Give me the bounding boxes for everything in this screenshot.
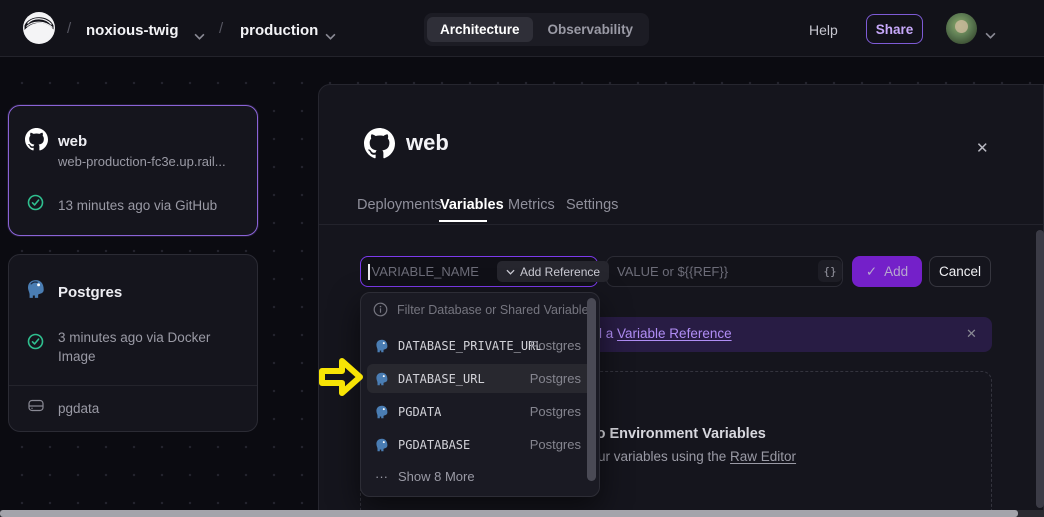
horizontal-scrollbar-thumb[interactable] (0, 510, 1018, 517)
dropdown-filter-hint: Filter Database or Shared Variables (373, 302, 595, 317)
dropdown-item-pgdata[interactable]: PGDATA Postgres (367, 397, 593, 426)
variable-value-input[interactable]: VALUE or ${{REF}} (606, 256, 843, 287)
postgres-icon (26, 279, 46, 304)
breadcrumb-separator: / (67, 20, 71, 37)
check-icon: ✓ (866, 264, 877, 280)
chevron-down-icon[interactable] (985, 26, 996, 44)
horizontal-scrollbar-track[interactable] (0, 510, 1044, 517)
deploy-status: 13 minutes ago via GitHub (58, 196, 217, 215)
dropdown-item-database-url[interactable]: DATABASE_URL Postgres (367, 364, 593, 393)
chevron-down-icon[interactable] (325, 27, 336, 45)
tab-architecture[interactable]: Architecture (427, 17, 533, 42)
close-panel-icon[interactable]: ✕ (976, 139, 989, 157)
service-card-web[interactable]: web web-production-fc3e.up.rail... 13 mi… (8, 105, 258, 236)
tab-observability[interactable]: Observability (535, 17, 647, 42)
variable-name-placeholder: VARIABLE_NAME (372, 264, 479, 279)
service-domain[interactable]: web-production-fc3e.up.rail... (58, 154, 226, 169)
postgres-icon (375, 372, 389, 386)
banner-text: Add a Variable Reference (578, 326, 732, 341)
tab-variables[interactable]: Variables (440, 197, 504, 213)
cancel-button[interactable]: Cancel (929, 256, 991, 287)
text-caret (368, 264, 370, 280)
deploy-success-icon (27, 194, 44, 216)
volume-name[interactable]: pgdata (58, 399, 99, 418)
add-reference-button[interactable]: Add Reference (497, 261, 609, 282)
raw-editor-link[interactable]: Raw Editor (730, 449, 796, 464)
railway-logo[interactable] (22, 11, 56, 50)
postgres-icon (375, 438, 389, 452)
panel-title: web (406, 130, 449, 156)
add-reference-label: Add Reference (520, 265, 600, 279)
github-icon (25, 128, 48, 156)
annotation-arrow-icon (317, 353, 365, 406)
breadcrumb-environment[interactable]: production (240, 22, 318, 39)
variable-suggestions-dropdown: Filter Database or Shared Variables DATA… (360, 292, 600, 497)
add-label: Add (884, 264, 908, 279)
service-card-postgres[interactable]: Postgres 3 minutes ago via Docker Image … (8, 254, 258, 432)
service-name: web (58, 133, 87, 150)
tab-settings[interactable]: Settings (566, 197, 618, 213)
tab-metrics[interactable]: Metrics (508, 197, 555, 213)
tabs-divider (319, 224, 1044, 225)
info-icon (373, 302, 388, 317)
breadcrumb-separator: / (219, 20, 223, 37)
postgres-icon (375, 339, 389, 353)
add-variable-button[interactable]: ✓ Add (852, 256, 922, 287)
dropdown-item-database-private-url[interactable]: DATABASE_PRIVATE_URL Postgres (367, 331, 593, 360)
service-name: Postgres (58, 284, 122, 301)
show-more-button[interactable]: ··· Show 8 More (375, 469, 475, 484)
braces-icon[interactable]: {} (818, 260, 842, 282)
dropdown-scrollbar[interactable] (587, 298, 596, 481)
deploy-status: 3 minutes ago via Docker Image (58, 328, 236, 366)
breadcrumb-project[interactable]: noxious-twig (86, 22, 179, 39)
share-button[interactable]: Share (866, 14, 923, 44)
postgres-icon (375, 405, 389, 419)
chevron-down-icon[interactable] (194, 27, 205, 45)
banner-close-icon[interactable]: ✕ (966, 326, 977, 342)
dropdown-item-pgdatabase[interactable]: PGDATABASE Postgres (367, 430, 593, 459)
ellipsis-icon: ··· (375, 469, 388, 484)
github-icon (364, 128, 395, 164)
chevron-down-icon (506, 269, 515, 275)
tab-deployments[interactable]: Deployments (357, 197, 442, 213)
variable-reference-link[interactable]: Variable Reference (617, 326, 732, 341)
top-navbar: / noxious-twig / production Architecture… (0, 0, 1044, 57)
active-tab-underline (439, 220, 487, 222)
help-button[interactable]: Help (809, 22, 838, 38)
avatar[interactable] (946, 13, 977, 44)
volume-icon (28, 399, 44, 417)
cancel-label: Cancel (939, 264, 981, 279)
variable-value-placeholder: VALUE or ${{REF}} (617, 264, 728, 279)
panel-scrollbar[interactable] (1036, 230, 1044, 508)
view-switcher: Architecture Observability (424, 13, 649, 46)
railway-app: web web-production-fc3e.up.rail... 13 mi… (0, 0, 1044, 517)
card-divider (9, 385, 257, 386)
deploy-success-icon (27, 333, 44, 355)
